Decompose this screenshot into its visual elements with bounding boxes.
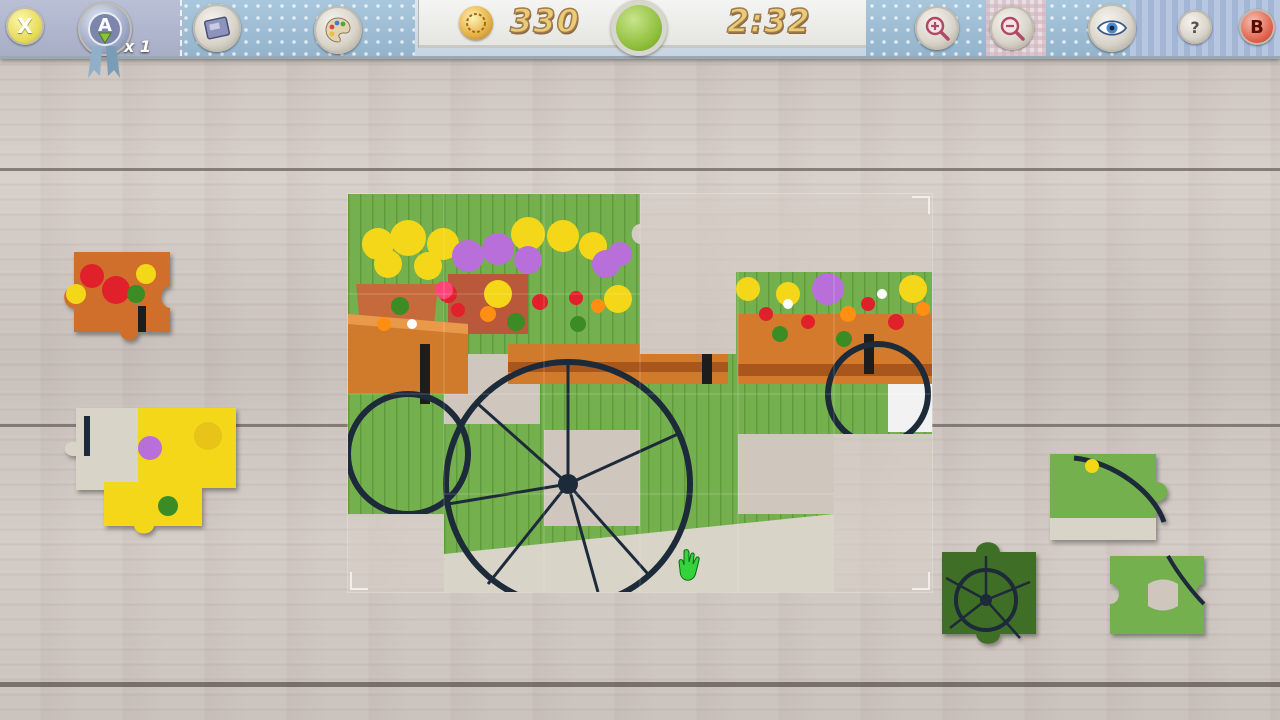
loose-piece-flowers[interactable] (58, 250, 174, 346)
assembled-pieces (348, 194, 932, 592)
hand-cursor-icon (678, 549, 700, 581)
loose-piece-wheel-hub[interactable] (940, 538, 1040, 648)
plank-seam (0, 168, 1280, 171)
coin-icon (459, 6, 493, 40)
top-toolbar: X A x 1 330 2:32 ? B (0, 0, 1280, 78)
bonus-label: B (1250, 16, 1264, 38)
timer-value: 2:32 (726, 1, 811, 41)
exit-button[interactable]: X (6, 7, 44, 45)
zoom-out-icon (1000, 16, 1025, 41)
bonus-button[interactable]: B (1239, 9, 1275, 45)
zoom-in-icon (925, 16, 950, 41)
hint-count: x 1 (124, 37, 152, 56)
zoom-in-button[interactable] (915, 6, 959, 50)
progress-orb (611, 0, 667, 56)
puzzle-box-icon (203, 16, 231, 40)
hint-icon: A (88, 12, 122, 46)
score-value: 330 (509, 1, 580, 41)
preview-button[interactable] (1088, 4, 1136, 52)
help-label: ? (1190, 17, 1200, 37)
plank-seam (0, 682, 1280, 687)
ribbon-icon (88, 46, 120, 78)
palette-button[interactable] (314, 6, 362, 54)
loose-piece-green-wall[interactable] (1108, 554, 1208, 638)
palette-icon (325, 17, 351, 43)
eye-icon (1096, 20, 1128, 36)
puzzle-box-button[interactable] (193, 4, 241, 52)
help-button[interactable]: ? (1178, 10, 1212, 44)
exit-label: X (17, 14, 33, 38)
loose-piece-wheel-edge[interactable] (1044, 452, 1174, 544)
loose-piece-yellow-mums[interactable] (58, 406, 240, 536)
zoom-out-button[interactable] (990, 6, 1034, 50)
